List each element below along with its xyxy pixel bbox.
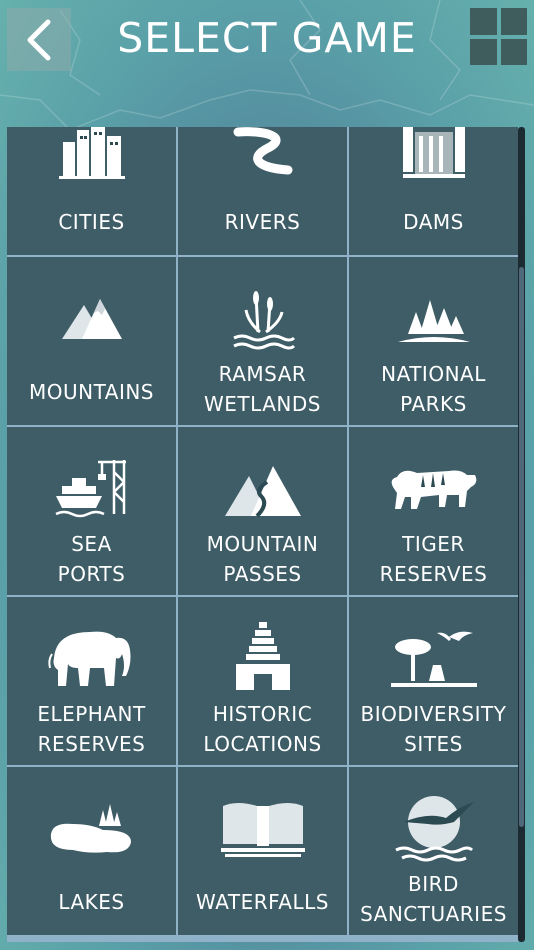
tile-mountains[interactable]: MOUNTAINS	[7, 257, 176, 425]
bird-icon	[394, 796, 474, 862]
dams-icon	[402, 127, 465, 178]
scroll-thumb[interactable]	[519, 267, 524, 827]
tile-label: MOUNTAIN PASSES	[206, 532, 319, 586]
sea-port-icon	[54, 460, 126, 518]
tile-label: HISTORIC LOCATIONS	[203, 702, 322, 756]
mountain-pass-icon	[224, 466, 301, 518]
biodiversity-icon	[390, 631, 477, 687]
tile-label: WATERFALLS	[196, 890, 329, 914]
elephant-icon	[47, 631, 130, 686]
tile-label: RIVERS	[224, 210, 301, 234]
tile-label: LAKES	[58, 890, 125, 914]
national-parks-icon	[397, 300, 470, 342]
chevron-left-icon	[27, 19, 51, 60]
cities-icon	[58, 127, 125, 179]
tile-label: BIODIVERSITY SITES	[360, 702, 507, 756]
wetlands-icon	[232, 291, 295, 350]
tile-label: RAMSAR WETLANDS	[204, 362, 321, 416]
rivers-icon	[233, 127, 292, 175]
historic-temple-icon	[235, 622, 290, 690]
tiger-icon	[391, 470, 476, 509]
tile-rivers[interactable]: RIVERS	[178, 127, 347, 255]
lakes-icon	[50, 804, 131, 853]
game-grid: CITIES RIVERS DAMS MOUNTAINS RAMSAR WETL…	[7, 127, 518, 942]
waterfall-icon	[220, 803, 305, 857]
tile-historic-locations[interactable]: HISTORIC LOCATIONS	[178, 597, 347, 765]
tile-sea-ports[interactable]: SEA PORTS	[7, 427, 176, 595]
tile-label: DAMS	[403, 210, 464, 234]
tile-mountain-passes[interactable]: MOUNTAIN PASSES	[178, 427, 347, 595]
tile-label: MOUNTAINS	[29, 380, 154, 404]
tile-label: ELEPHANT RESERVES	[37, 702, 146, 756]
grid-view-button[interactable]	[470, 8, 527, 65]
tile-lakes[interactable]: LAKES	[7, 767, 176, 935]
tile-tiger-reserves[interactable]: TIGER RESERVES	[349, 427, 518, 595]
tile-label: NATIONAL PARKS	[381, 362, 486, 416]
tile-waterfalls[interactable]: WATERFALLS	[178, 767, 347, 935]
grid-view-icon	[470, 8, 497, 35]
tile-label: CITIES	[58, 210, 125, 234]
tile-bird-sanctuaries[interactable]: BIRD SANCTUARIES	[349, 767, 518, 935]
tile-label: SEA PORTS	[57, 532, 126, 586]
tile-national-parks[interactable]: NATIONAL PARKS	[349, 257, 518, 425]
tile-label: BIRD SANCTUARIES	[360, 872, 507, 926]
tile-biodiversity-sites[interactable]: BIODIVERSITY SITES	[349, 597, 518, 765]
back-button[interactable]	[7, 8, 71, 71]
mountains-icon	[61, 299, 122, 339]
tile-ramsar-wetlands[interactable]: RAMSAR WETLANDS	[178, 257, 347, 425]
tile-label: TIGER RESERVES	[379, 532, 488, 586]
page-title: SELECT GAME	[117, 14, 417, 62]
tile-cities[interactable]: CITIES	[7, 127, 176, 255]
scrollbar[interactable]	[518, 127, 525, 942]
tile-elephant-reserves[interactable]: ELEPHANT RESERVES	[7, 597, 176, 765]
tile-dams[interactable]: DAMS	[349, 127, 518, 255]
